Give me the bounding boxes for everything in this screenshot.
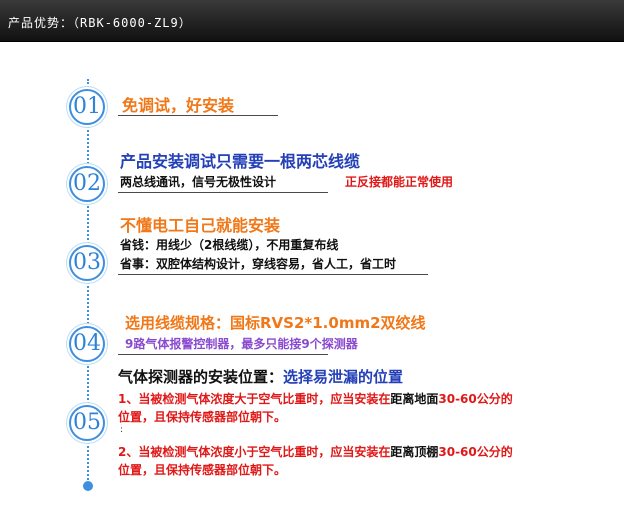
section5-item2-range: 30-60公分的: [438, 445, 513, 459]
section5-item1-range: 30-60公分的: [438, 392, 513, 406]
step-badge-04: 04: [69, 326, 105, 362]
section5-item2-text: 2、当被检测气体浓度小于空气比重时，应当安装在: [118, 445, 391, 459]
header-model: （RBK-6000-ZL9）: [73, 16, 192, 30]
section5-item2-distance: 距离顶棚: [390, 445, 439, 459]
section5-title: 气体探测器的安装位置：选择易泄漏的位置: [118, 366, 403, 387]
section4-title: 选用线缆规格：国标RVS2*1.0mm2双绞线: [125, 314, 426, 332]
section5-item2-cont: 位置，且保持传感器部位朝下。: [118, 463, 287, 477]
step-badge-05: 05: [69, 405, 105, 441]
section3-line1: 省钱：用线少（2根线缆），不用重复布线: [120, 238, 339, 252]
section5-mark: :: [120, 425, 124, 435]
section3-divider: [118, 274, 428, 275]
section2-line1: 两总线通讯，信号无极性设计: [120, 175, 277, 189]
section5-title-main: 气体探测器的安装位置：: [118, 368, 284, 386]
step-badge-02: 02: [69, 166, 105, 202]
section5-item1-distance: 距离地面: [390, 392, 439, 406]
header-label: 产品优势：: [8, 16, 74, 30]
section1-divider: [118, 115, 278, 116]
section4-divider: [118, 354, 328, 355]
section2-title: 产品安装调试只需要一根两芯线缆: [120, 152, 361, 171]
timeline-end-dot: [83, 481, 93, 491]
section5-item2: 2、当被检测气体浓度小于空气比重时，应当安装在距离顶棚30-60公分的: [118, 443, 513, 460]
step-badge-01: 01: [69, 89, 105, 125]
section5-item1: 1、当被检测气体浓度大于空气比重时，应当安装在距离地面30-60公分的: [118, 390, 513, 407]
section5-title-highlight: 选择易泄漏的位置: [283, 368, 404, 386]
section5-item1-cont: 位置，且保持传感器部位朝下。: [118, 410, 287, 424]
section5-item1-text: 1、当被检测气体浓度大于空气比重时，应当安装在: [118, 392, 391, 406]
step-badge-03: 03: [69, 245, 105, 281]
section2-highlight: 正反接都能正常使用: [345, 175, 454, 189]
header-title: 产品优势：（RBK-6000-ZL9）: [8, 14, 192, 31]
section3-title: 不懂电工自己就能安装: [120, 216, 281, 235]
section3-line2: 省事：双腔体结构设计，穿线容易，省人工，省工时: [120, 257, 397, 271]
section4-sub: 9路气体报警控制器，最多只能接9个探测器: [125, 337, 358, 351]
section2-divider: [118, 192, 328, 193]
section1-title: 免调试，好安装: [122, 96, 235, 115]
header-bar: 产品优势：（RBK-6000-ZL9）: [0, 0, 624, 42]
